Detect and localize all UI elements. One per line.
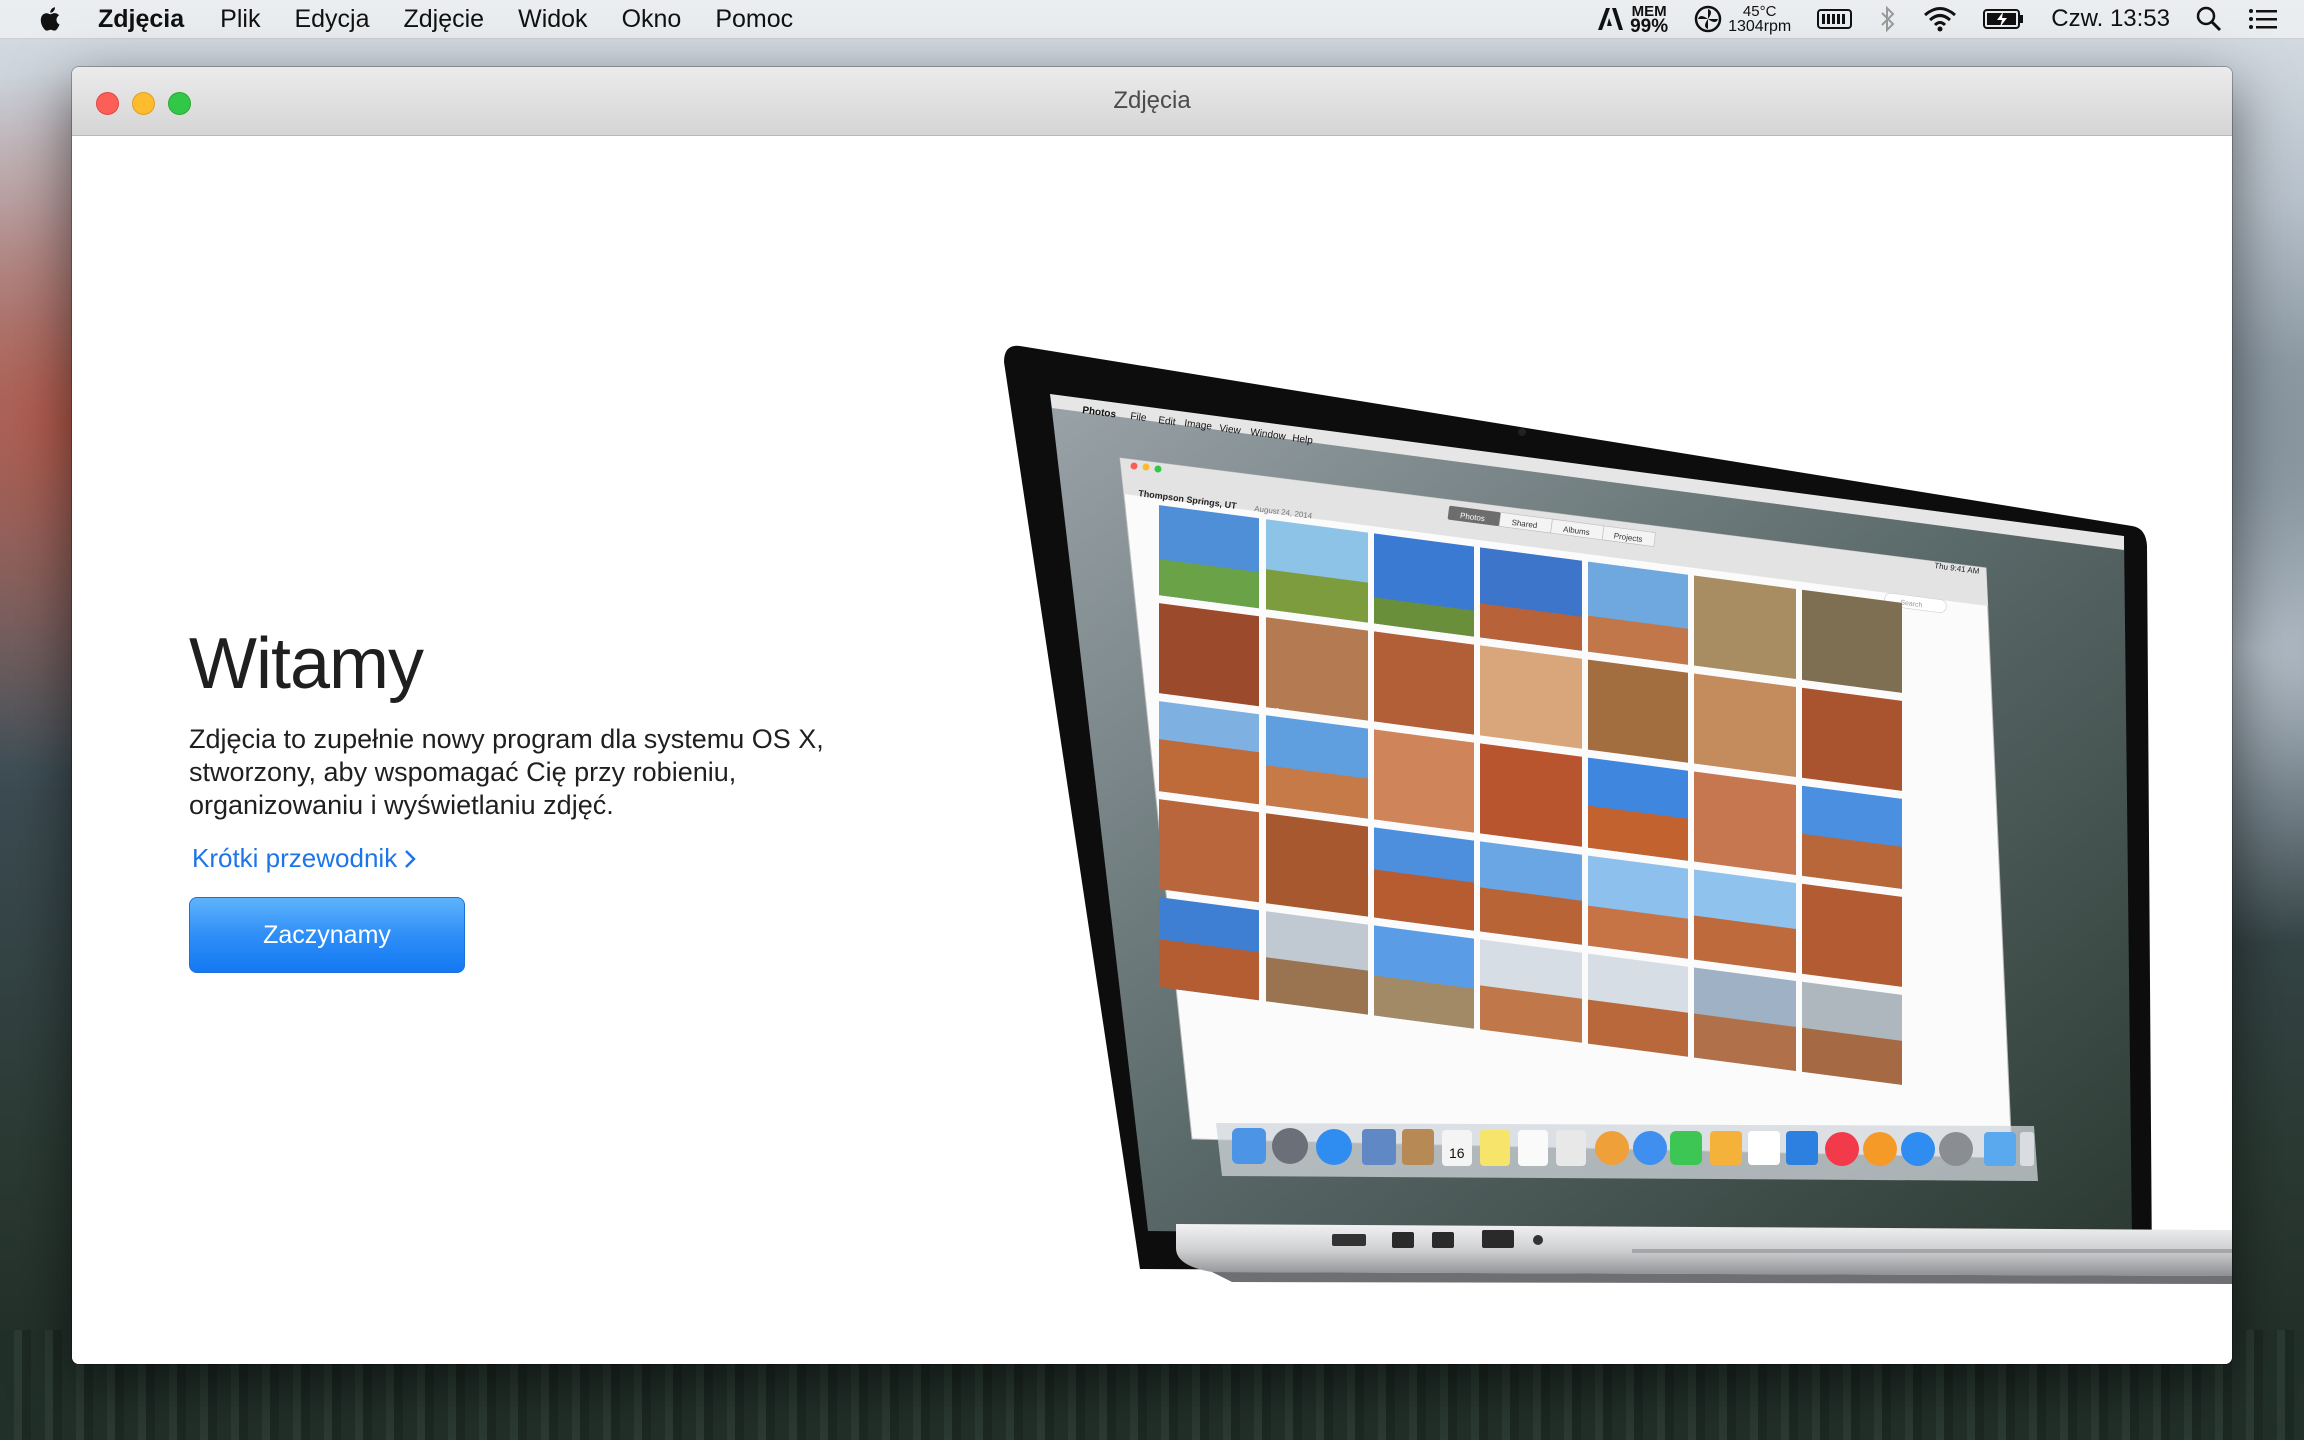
menu-edycja[interactable]: Edycja [294, 5, 369, 34]
search-icon[interactable] [2196, 6, 2222, 32]
video-duration: 0:20 [1264, 707, 1280, 716]
apple-icon[interactable] [36, 4, 66, 34]
menu-list-icon[interactable] [2248, 7, 2278, 31]
menu-pomoc[interactable]: Pomoc [715, 5, 793, 34]
wifi-icon[interactable] [1923, 6, 1957, 32]
menu-app-name[interactable]: Zdjęcia [98, 5, 184, 34]
menu-zdjecie[interactable]: Zdjęcie [404, 5, 485, 34]
status-area: MEM 99% 45°C 1304rpm Czw. 13:53 [1596, 0, 2304, 38]
inner-menu-edit: Edit [1158, 415, 1177, 428]
bluetooth-icon[interactable] [1879, 5, 1897, 33]
macbook-illustration: Photos File Edit Image View Window Help … [1004, 345, 2232, 1284]
window-title: Zdjęcia [1113, 87, 1191, 114]
title-bar[interactable]: Zdjęcia [72, 67, 2232, 136]
fan-value: 1304rpm [1728, 18, 1792, 35]
battery-icon[interactable] [1983, 7, 2025, 31]
clock[interactable]: Czw. 13:53 [2051, 5, 2170, 33]
menu-bar: Zdjęcia Plik Edycja Zdjęcie Widok Okno P… [0, 0, 2304, 39]
menu-okno[interactable]: Okno [622, 5, 682, 34]
photos-window: Zdjęcia Witamy Zdjęcia to zupełnie nowy … [72, 67, 2232, 1364]
inner-dock-calendar-date: 16 [1449, 1145, 1465, 1161]
battery-meter-icon[interactable] [1817, 8, 1853, 30]
menu-widok[interactable]: Widok [518, 5, 587, 34]
inner-photo-grid: 0:20 [1159, 505, 1902, 1085]
adobe-icon [1598, 8, 1624, 30]
inner-menu-file: File [1130, 411, 1148, 424]
welcome-content: Witamy Zdjęcia to zupełnie nowy program … [72, 136, 2232, 1364]
mem-value: 99% [1630, 16, 1669, 37]
menu-plik[interactable]: Plik [220, 5, 260, 34]
temp-value: 45°C [1742, 3, 1777, 20]
fan-icon [1694, 5, 1722, 33]
fan-indicator[interactable]: 45°C 1304rpm [1694, 3, 1792, 35]
memory-indicator[interactable]: MEM 99% [1596, 4, 1669, 37]
